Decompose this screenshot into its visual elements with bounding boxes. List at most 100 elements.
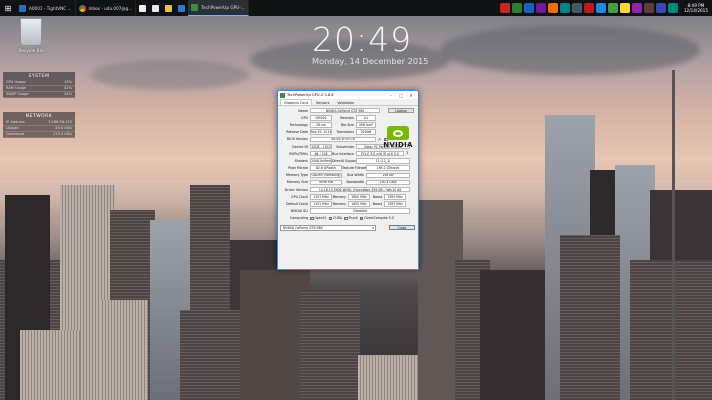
tab-graphics-card[interactable]: Graphics Card xyxy=(280,99,312,105)
tray-app-icon[interactable] xyxy=(607,3,618,13)
tray-app-icon[interactable] xyxy=(535,3,546,13)
pixel-fillrate-label: Pixel Fillrate xyxy=(288,166,308,171)
lookup-button[interactable]: Lookup xyxy=(388,107,414,114)
taskbar-pinned-app[interactable] xyxy=(136,0,149,16)
taskbar-clock[interactable]: 8:49 PM 12/14/2015 xyxy=(684,3,708,13)
memory-clock-value: 1800 MHz xyxy=(348,194,370,200)
taskbar-pinned-app[interactable] xyxy=(162,0,175,16)
bus-interface-label: Bus Interface xyxy=(332,151,354,156)
revision-label: Revision xyxy=(340,115,354,120)
tray-app-icon[interactable] xyxy=(631,3,642,13)
memory-size-value: 4096 MB xyxy=(310,179,342,186)
close-button[interactable]: Close xyxy=(389,224,415,231)
taskbar-date: 12/14/2015 xyxy=(683,8,708,13)
technology-value: 28 nm xyxy=(310,122,332,128)
memory-size-label: Memory Size xyxy=(286,180,308,185)
taskbar-window-label: Inbox - udu.007@g... xyxy=(88,5,133,11)
release-date-label: Release Date xyxy=(286,130,308,135)
maximize-icon[interactable]: □ xyxy=(396,93,406,98)
tray-app-icon[interactable] xyxy=(619,3,630,13)
shaders-label: Shaders xyxy=(294,158,308,163)
tray-app-icon[interactable] xyxy=(559,3,570,13)
tray-app-icon[interactable] xyxy=(643,3,654,13)
default-boost-value: 1393 MHz xyxy=(384,201,406,207)
rops-tmus-label: ROPs/TMUs xyxy=(289,151,308,156)
recycle-bin-shortcut[interactable]: Recycle Bin xyxy=(14,16,48,68)
taskbar-window-tightvnc[interactable]: A0001 - TightVNC ... xyxy=(16,0,76,16)
wallpaper-cloud xyxy=(440,25,700,75)
tray-app-icon[interactable] xyxy=(595,3,606,13)
die-size-label: Die Size xyxy=(340,122,354,127)
system-widget-title: SYSTEM xyxy=(28,74,50,79)
memory-type-label: Memory Type xyxy=(285,173,308,178)
chevron-down-icon: ▾ xyxy=(372,225,374,230)
taskbar-pinned-app[interactable] xyxy=(175,0,188,16)
tray-app-icon[interactable] xyxy=(655,3,666,13)
default-clock-value: 1291 MHz xyxy=(310,201,332,207)
recycle-bin-label: Recycle Bin xyxy=(18,49,44,54)
opencl-checkbox: ✓ OpenCL xyxy=(310,215,327,221)
gpuz-titlebar[interactable]: TechPowerUp GPU-Z 0.8.6 – □ ✕ xyxy=(278,91,418,99)
gpu-clock-label: GPU Clock xyxy=(291,194,308,199)
widget-row: Download 113.4 kB/s xyxy=(3,132,75,138)
bus-width-label: Bus Width xyxy=(347,173,364,178)
tray-app-icon[interactable] xyxy=(523,3,534,13)
gpu-select-dropdown[interactable]: NVIDIA GeForce GTX 980 ▾ xyxy=(280,224,376,231)
nvidia-logo: NVIDIA xyxy=(382,126,414,152)
cuda-checkbox: ✓ CUDA xyxy=(328,215,343,221)
tab-sensors[interactable]: Sensors xyxy=(312,99,333,105)
tray-app-icon[interactable] xyxy=(667,3,678,13)
subvendor-label: Subvendor xyxy=(336,144,354,149)
taskbar-window-gpuz[interactable]: TechPowerUp GPU-... xyxy=(188,0,249,16)
release-date-value: Sep 19, 2014 xyxy=(310,129,332,135)
tightvnc-icon xyxy=(19,4,26,12)
close-icon[interactable]: ✕ xyxy=(406,93,416,98)
bios-version-value: 84.04.1F.00.C8 xyxy=(310,136,376,143)
computing-label: Computing xyxy=(289,216,308,221)
boost-clock-value: 1393 MHz xyxy=(384,194,406,200)
device-id-value: 10DE - 13C0 xyxy=(310,143,332,150)
gpu-label: GPU xyxy=(301,115,308,120)
directx-label: DirectX Support xyxy=(332,158,359,163)
tab-validation[interactable]: Validation xyxy=(333,99,358,105)
memory-type-value: GDDR5 (Samsung) xyxy=(310,172,342,179)
die-size-value: 398 mm² xyxy=(356,122,376,128)
gpu-value: GM204 xyxy=(310,115,332,121)
tray-app-icon[interactable] xyxy=(583,3,594,13)
system-tray: 8:49 PM 12/14/2015 xyxy=(499,3,712,13)
pixel-fillrate-value: 82.6 GPixel/s xyxy=(310,165,342,171)
default-clock-label: Default Clock xyxy=(285,202,308,207)
nvidia-eye-icon xyxy=(387,126,409,140)
minimize-icon[interactable]: – xyxy=(386,93,396,98)
start-button[interactable]: ⊞ xyxy=(0,0,16,16)
taskbar-pinned-app[interactable] xyxy=(149,0,162,16)
directcompute-checkbox: ✓ DirectCompute 5.0 xyxy=(359,215,394,221)
chrome-icon xyxy=(78,4,86,12)
taskbar: ⊞ A0001 - TightVNC ... Inbox - udu.007@g… xyxy=(0,0,712,16)
tray-app-icon[interactable] xyxy=(499,3,510,13)
tray-app-icon[interactable] xyxy=(547,3,558,13)
driver-version-value: 10.18.13.5906 WHQL (ForceWare 359.06) / … xyxy=(310,186,410,193)
nvidia-sli-label: NVIDIA SLI xyxy=(290,209,308,214)
bios-version-label: BIOS Version xyxy=(286,137,308,142)
tray-app-icon[interactable] xyxy=(511,3,522,13)
recycle-bin-icon xyxy=(20,18,42,46)
memory-clock-label: Memory xyxy=(332,194,346,199)
device-id-label: Device ID xyxy=(292,144,308,149)
gpuz-graphics-card-panel: Name NVIDIA GeForce GTX 980 Lookup GPU G… xyxy=(278,106,418,232)
gpuz-window: TechPowerUp GPU-Z 0.8.6 – □ ✕ Graphics C… xyxy=(277,90,419,270)
driver-version-label: Driver Version xyxy=(284,187,308,192)
widget-row: SWAP Usage 24% xyxy=(3,92,75,98)
transistors-label: Transistors xyxy=(336,130,354,135)
bandwidth-label: Bandwidth xyxy=(346,180,364,185)
gpu-clock-value: 1291 MHz xyxy=(310,194,332,200)
gpuz-tabs: Graphics Card Sensors Validation xyxy=(278,99,418,106)
name-label: Name xyxy=(298,108,308,113)
physx-checkbox: ✓ PhysX xyxy=(344,215,358,221)
gpuz-icon xyxy=(191,4,199,11)
default-memory-value: 1800 MHz xyxy=(348,201,370,207)
tray-app-icon[interactable] xyxy=(571,3,582,13)
taskbar-window-inbox[interactable]: Inbox - udu.007@g... xyxy=(76,0,137,16)
boost-clock-label: Boost xyxy=(372,194,382,199)
wallpaper-cloud xyxy=(90,60,250,90)
